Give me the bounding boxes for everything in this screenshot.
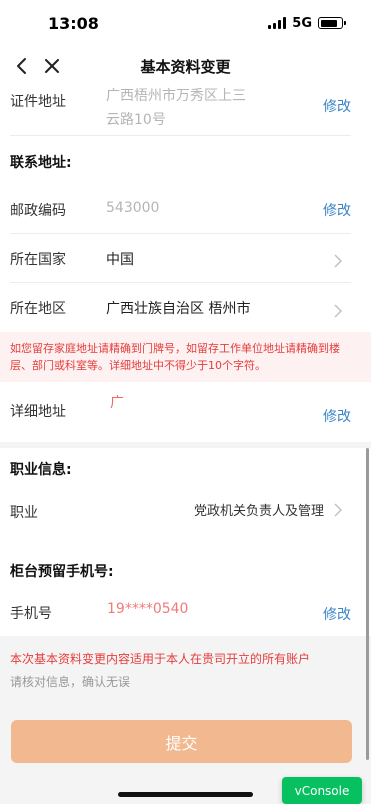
status-time: 13:08 <box>48 13 99 33</box>
status-bar: 13:08 5G <box>0 0 371 46</box>
job-row[interactable]: 职业 党政机关负责人及管理 <box>10 488 351 532</box>
id-address-edit-link[interactable]: 修改 <box>323 96 351 116</box>
vconsole-button[interactable]: vConsole <box>282 777 362 804</box>
close-icon[interactable] <box>42 56 62 76</box>
phone-value: 19****0540 <box>107 601 189 617</box>
phone-edit-link[interactable]: 修改 <box>323 604 351 624</box>
footer-note-accounts: 本次基本资料变更内容适用于本人在贵司开立的所有账户 <box>10 652 311 666</box>
id-address-line1: 广西梧州市万秀区上三 <box>106 88 246 104</box>
id-address-line2: 云路10号 <box>106 112 166 128</box>
chevron-right-icon <box>334 503 343 517</box>
signal-icon <box>268 17 287 29</box>
postal-code-label: 邮政编码 <box>10 203 66 219</box>
job-value: 党政机关负责人及管理 <box>194 504 325 519</box>
network-type: 5G <box>292 15 312 31</box>
id-address-value: 广西梧州市万秀区上三 云路10号 <box>106 84 246 132</box>
job-label: 职业 <box>10 505 38 521</box>
id-address-label: 证件地址 <box>10 94 66 110</box>
section-divider <box>0 442 371 448</box>
country-row[interactable]: 所在国家 中国 <box>10 234 351 283</box>
postal-code-value: 543000 <box>106 200 160 216</box>
chevron-right-icon <box>334 304 343 318</box>
id-address-row: 证件地址 广西梧州市万秀区上三 云路10号 修改 <box>10 86 351 136</box>
submit-button[interactable]: 提交 <box>11 720 352 763</box>
chevron-right-icon <box>334 254 343 268</box>
postal-code-row: 邮政编码 543000 修改 <box>10 185 351 234</box>
footer-note-confirm: 请核对信息，确认无误 <box>10 675 131 689</box>
phone-label: 手机号 <box>10 606 52 622</box>
scrollbar[interactable] <box>366 448 369 760</box>
detail-address-value: 广 <box>110 395 124 411</box>
phone-row: 手机号 19****0540 修改 <box>10 590 351 634</box>
home-indicator[interactable] <box>118 792 253 797</box>
chevron-left-icon[interactable] <box>12 56 32 76</box>
region-value: 广西壮族自治区 梧州市 <box>106 301 251 317</box>
phone-section-title: 柜台预留手机号: <box>10 564 114 580</box>
address-notice: 如您留存家庭地址请精确到门牌号，如留存工作单位地址请精确到楼层、部门或科室等。详… <box>0 332 371 382</box>
page-title: 基本资料变更 <box>140 57 231 76</box>
detail-address-row: 详细地址 广 修改 <box>10 382 351 442</box>
country-value: 中国 <box>106 252 134 268</box>
nav-bar: 基本资料变更 <box>0 46 371 86</box>
status-icons: 5G <box>268 15 346 31</box>
detail-address-edit-link[interactable]: 修改 <box>323 406 351 426</box>
job-section-title: 职业信息: <box>10 462 72 478</box>
postal-code-edit-link[interactable]: 修改 <box>323 200 351 220</box>
detail-address-label: 详细地址 <box>10 404 66 420</box>
region-row[interactable]: 所在地区 广西壮族自治区 梧州市 <box>10 283 351 331</box>
battery-icon <box>318 17 346 29</box>
country-label: 所在国家 <box>10 252 66 268</box>
region-label: 所在地区 <box>10 301 66 317</box>
contact-section-title: 联系地址: <box>10 155 72 171</box>
